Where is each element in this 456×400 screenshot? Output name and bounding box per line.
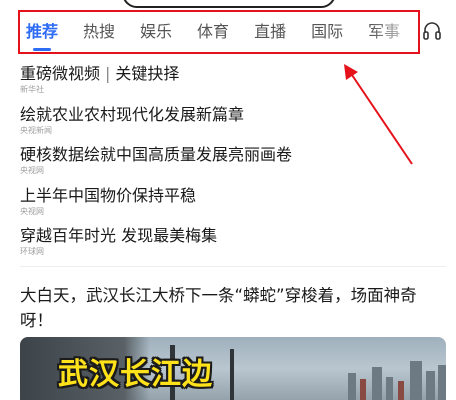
tab-recommend[interactable]: 推荐 [26,21,58,43]
headline-source: 央视网 [20,166,44,175]
city-tower [410,361,422,400]
section-divider [20,266,446,267]
city-tower [386,377,393,400]
list-item[interactable]: 穿越百年时光 发现最美梅集 环球网 [20,226,440,267]
headline-title: 穿越百年时光 发现最美梅集 [20,226,218,245]
search-bar[interactable] [122,0,336,8]
list-item[interactable]: 硬核数据绘就中国高质量发展亮丽画卷 央视网 [20,145,440,186]
headline-source: 新华社 [20,85,44,94]
headline-list: 重磅微视频 | 关键抉择 新华社 绘就农业农村现代化发展新篇章 央视新闻 硬核数据绘… [20,64,440,267]
feature-article-title[interactable]: 大白天，武汉长江大桥下一条“蟒蛇”穿梭着，场面神奇呀！ [20,283,442,333]
city-tower [426,371,435,400]
tab-live[interactable]: 直播 [254,21,286,43]
tab-international[interactable]: 国际 [311,21,343,43]
headline-source: 央视网 [20,206,44,216]
city-tower [348,373,356,400]
headline-title: 重磅微视频 | 关键抉择 [20,64,180,83]
tab-sports[interactable]: 体育 [197,21,229,43]
headline-title: 绘就农业农村现代化发展新篇章 [20,104,245,124]
tab-entertainment[interactable]: 娱乐 [140,21,172,43]
list-item[interactable]: 重磅微视频 | 关键抉择 新华社 [20,64,440,105]
city-tower [360,379,366,400]
tab-hot-search[interactable]: 热搜 [83,21,115,43]
tab-military[interactable]: 军事 [368,21,400,43]
headphone-icon[interactable] [423,21,441,41]
city-tower [398,381,404,400]
image-overlay-text: 武汉长江边 [58,357,213,392]
list-item[interactable]: 上半年中国物价保持平稳 央视网 [20,186,440,227]
city-tower [438,365,446,400]
city-tower [372,367,382,400]
headline-source: 央视新闻 [20,125,52,135]
channel-tabs: 推荐 热搜 娱乐 体育 直播 国际 军事 科技 [18,10,418,54]
list-item[interactable]: 绘就农业农村现代化发展新篇章 央视新闻 [20,105,440,146]
bridge-pillar [230,349,234,400]
headline-title: 硬核数据绘就中国高质量发展亮丽画卷 [20,145,293,164]
feature-article-image[interactable]: 武汉长江边 [20,337,446,400]
headline-source: 环球网 [20,247,44,256]
headline-title: 上半年中国物价保持平稳 [20,185,197,205]
